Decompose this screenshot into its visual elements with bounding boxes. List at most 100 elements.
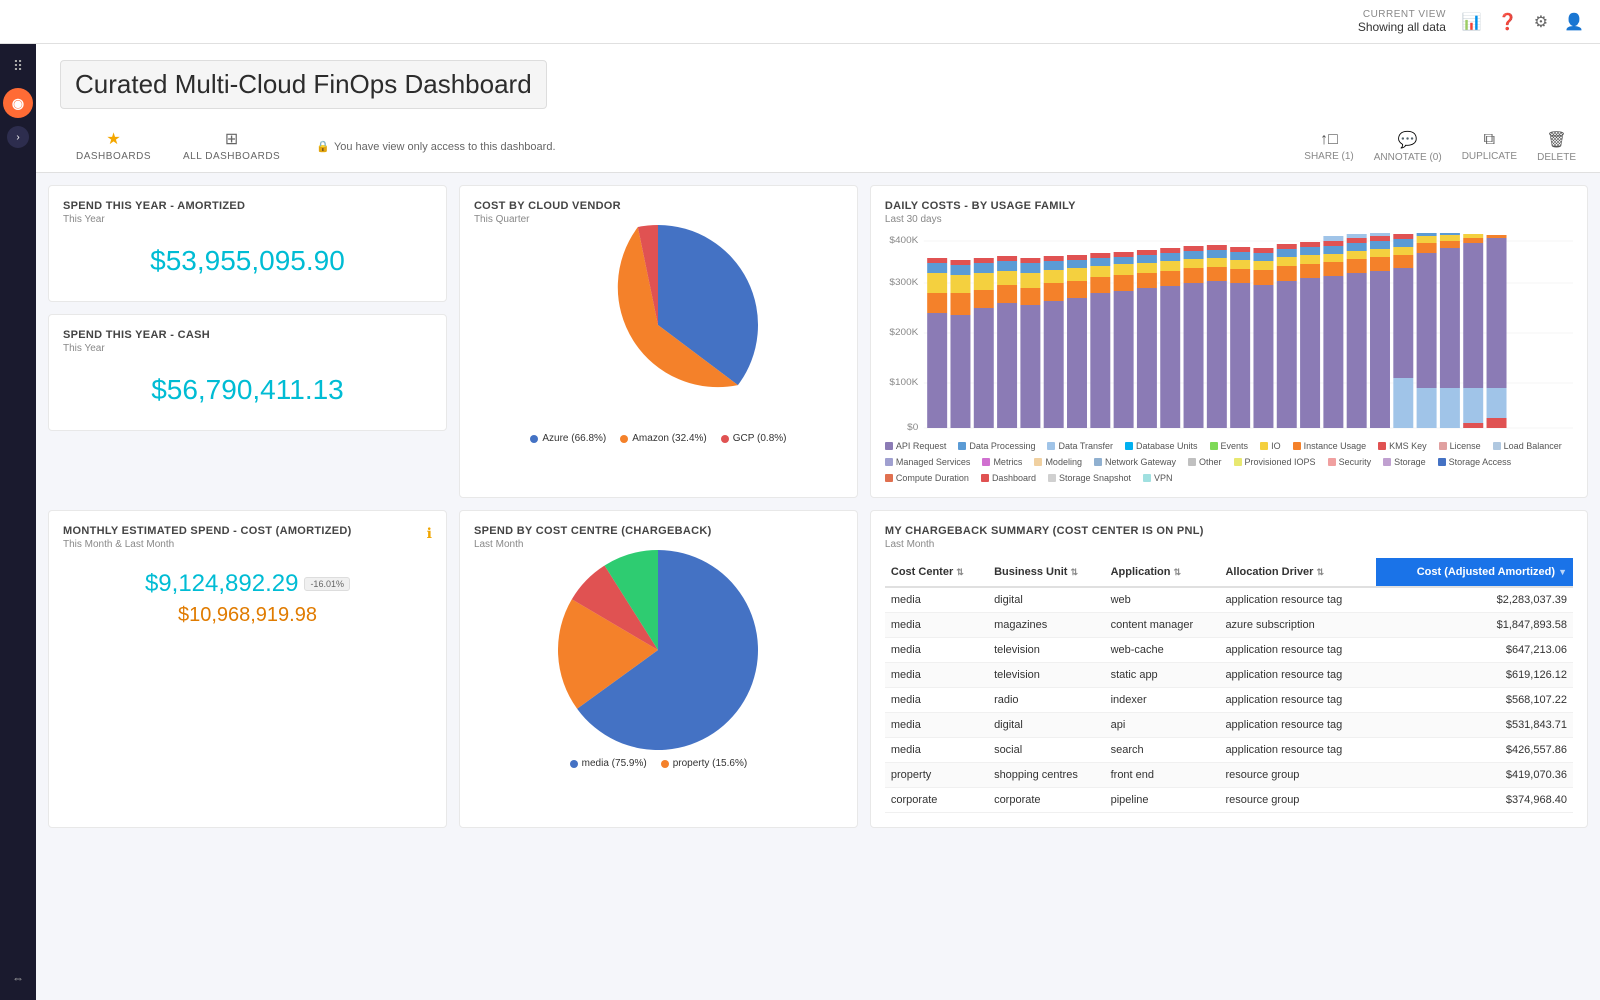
instance-usage-color [1293, 442, 1301, 450]
pie-legend: Azure (66.8%) Amazon (32.4%) GCP (0.8%) [530, 433, 786, 444]
monthly-values: $9,124,892.29 -16.01% $10,968,919.98 [63, 570, 432, 627]
sidebar-expand-icon[interactable]: ⇔ [4, 964, 32, 992]
cloud-pie-chart [558, 225, 758, 425]
provisioned-iops-color [1234, 458, 1242, 466]
help-icon[interactable]: ❓ [1498, 12, 1518, 32]
annotate-label: ANNOTATE (0) [1374, 152, 1442, 163]
cell-business-unit: social [988, 738, 1105, 763]
tab-bar: ★ DASHBOARDS ⊞ ALL DASHBOARDS 🔒 You have… [60, 121, 1576, 172]
chargeback-title: MY CHARGEBACK SUMMARY (COST CENTER IS ON… [885, 525, 1573, 537]
spend-column: SPEND THIS YEAR - AMORTIZED This Year $5… [48, 185, 447, 498]
cell-cost-center: media [885, 587, 988, 613]
dashboard-title: Curated Multi-Cloud FinOps Dashboard [60, 60, 547, 109]
col-cost[interactable]: Cost (Adjusted Amortized) ▼ [1376, 558, 1573, 587]
managed-services-color [885, 458, 893, 466]
sidebar-logo-icon[interactable]: ◉ [3, 88, 33, 118]
cell-allocation-driver: application resource tag [1219, 713, 1375, 738]
metrics-color [982, 458, 990, 466]
col-allocation-driver: Allocation Driver ⇅ [1219, 558, 1375, 587]
chargeback-table-container[interactable]: Cost Center ⇅ Business Unit ⇅ Applicatio… [885, 558, 1573, 813]
cell-cost-center: media [885, 688, 988, 713]
dashboard-color [981, 474, 989, 482]
cell-cost: $426,557.86 [1376, 738, 1573, 763]
cell-application: front end [1105, 763, 1220, 788]
delete-action[interactable]: 🗑 DELETE [1537, 130, 1576, 163]
cost-by-cloud-card: COST BY CLOUD VENDOR This Quarter [459, 185, 858, 498]
share-action[interactable]: ↑□ SHARE (1) [1304, 131, 1353, 162]
amazon-dot [620, 435, 628, 443]
svg-text:$0: $0 [907, 422, 918, 432]
cell-business-unit: shopping centres [988, 763, 1105, 788]
current-view-value[interactable]: Showing all data [1358, 20, 1446, 34]
daily-costs-card: DAILY COSTS - BY USAGE FAMILY Last 30 da… [870, 185, 1588, 498]
monthly-spend-title: MONTHLY ESTIMATED SPEND - COST (AMORTIZE… [63, 525, 352, 537]
legend-load-balancer: Load Balancer [1493, 441, 1562, 451]
load-balancer-color [1493, 442, 1501, 450]
cell-allocation-driver: application resource tag [1219, 587, 1375, 613]
spend-amortized-subtitle: This Year [63, 214, 432, 225]
legend-provisioned-iops: Provisioned IOPS [1234, 457, 1316, 467]
legend-database-units: Database Units [1125, 441, 1198, 451]
azure-dot [530, 435, 538, 443]
property-label: property (15.6%) [673, 758, 747, 769]
sidebar-nav-arrow[interactable]: › [7, 126, 29, 148]
user-icon[interactable]: 👤 [1564, 12, 1584, 32]
license-color [1439, 442, 1447, 450]
spend-cash-subtitle: This Year [63, 343, 432, 354]
chart-legend: API Request Data Processing Data Transfe… [885, 441, 1573, 483]
cell-cost: $531,843.71 [1376, 713, 1573, 738]
tab-dashboards-label: DASHBOARDS [76, 151, 151, 162]
sort-business-unit-icon[interactable]: ⇅ [1070, 567, 1078, 578]
legend-storage-snapshot: Storage Snapshot [1048, 473, 1131, 483]
cost-centre-card: SPEND BY COST CENTRE (CHARGEBACK) Last M… [459, 510, 858, 828]
cost-centre-title: SPEND BY COST CENTRE (CHARGEBACK) [474, 525, 843, 537]
cell-business-unit: digital [988, 713, 1105, 738]
chargeback-table: Cost Center ⇅ Business Unit ⇅ Applicatio… [885, 558, 1573, 813]
dashboard-top-row: SPEND THIS YEAR - AMORTIZED This Year $5… [36, 173, 1600, 510]
duplicate-icon: ⧉ [1484, 131, 1495, 149]
monthly-main-row: $9,124,892.29 -16.01% [63, 570, 432, 598]
sidebar-grid-icon[interactable]: ⠿ [4, 52, 32, 80]
sort-application-icon[interactable]: ⇅ [1174, 567, 1182, 578]
cost-by-cloud-subtitle: This Quarter [474, 214, 843, 225]
share-icon: ↑□ [1320, 131, 1338, 149]
chart-icon[interactable]: 📊 [1462, 12, 1482, 32]
cell-cost-center: media [885, 663, 988, 688]
settings-icon[interactable]: ⚙ [1534, 12, 1548, 32]
legend-vpn: VPN [1143, 473, 1173, 483]
cost-by-cloud-title: COST BY CLOUD VENDOR [474, 200, 843, 212]
chargeback-subtitle: Last Month [885, 539, 1573, 550]
legend-dashboard: Dashboard [981, 473, 1036, 483]
sort-cost-icon[interactable]: ▼ [1558, 567, 1567, 577]
storage-access-color [1438, 458, 1446, 466]
info-icon[interactable]: ℹ [427, 525, 432, 542]
cell-cost-center: media [885, 713, 988, 738]
duplicate-action[interactable]: ⧉ DUPLICATE [1462, 131, 1517, 162]
gcp-label: GCP (0.8%) [733, 433, 787, 444]
tab-all-dashboards[interactable]: ⊞ ALL DASHBOARDS [167, 121, 296, 172]
annotate-action[interactable]: 💬 ANNOTATE (0) [1374, 130, 1442, 163]
cell-business-unit: television [988, 663, 1105, 688]
spend-amortized-value: $53,955,095.90 [63, 245, 432, 287]
cost-centre-pie-chart [558, 550, 758, 750]
top-bar: CURRENT VIEW Showing all data 📊 ❓ ⚙ 👤 [0, 0, 1600, 44]
sort-allocation-driver-icon[interactable]: ⇅ [1317, 567, 1325, 578]
top-bar-icons: 📊 ❓ ⚙ 👤 [1462, 12, 1584, 32]
data-processing-color [958, 442, 966, 450]
bar-chart-svg: $400K $300K $200K $100K $0 [885, 233, 1573, 433]
sort-cost-center-icon[interactable]: ⇅ [956, 567, 964, 578]
chargeback-card: MY CHARGEBACK SUMMARY (COST CENTER IS ON… [870, 510, 1588, 828]
legend-other: Other [1188, 457, 1222, 467]
table-row: property shopping centres front end reso… [885, 763, 1573, 788]
cell-business-unit: digital [988, 587, 1105, 613]
legend-amazon: Amazon (32.4%) [620, 433, 706, 444]
modeling-color [1034, 458, 1042, 466]
storage-snapshot-color [1048, 474, 1056, 482]
pie-container: Azure (66.8%) Amazon (32.4%) GCP (0.8%) [474, 225, 843, 444]
spend-cash-card: SPEND THIS YEAR - CASH This Year $56,790… [48, 314, 447, 431]
table-row: media social search application resource… [885, 738, 1573, 763]
svg-text:$200K: $200K [889, 327, 919, 337]
tab-dashboards[interactable]: ★ DASHBOARDS [60, 121, 167, 172]
dashboard-bottom-row: MONTHLY ESTIMATED SPEND - COST (AMORTIZE… [36, 510, 1600, 840]
table-row: media radio indexer application resource… [885, 688, 1573, 713]
